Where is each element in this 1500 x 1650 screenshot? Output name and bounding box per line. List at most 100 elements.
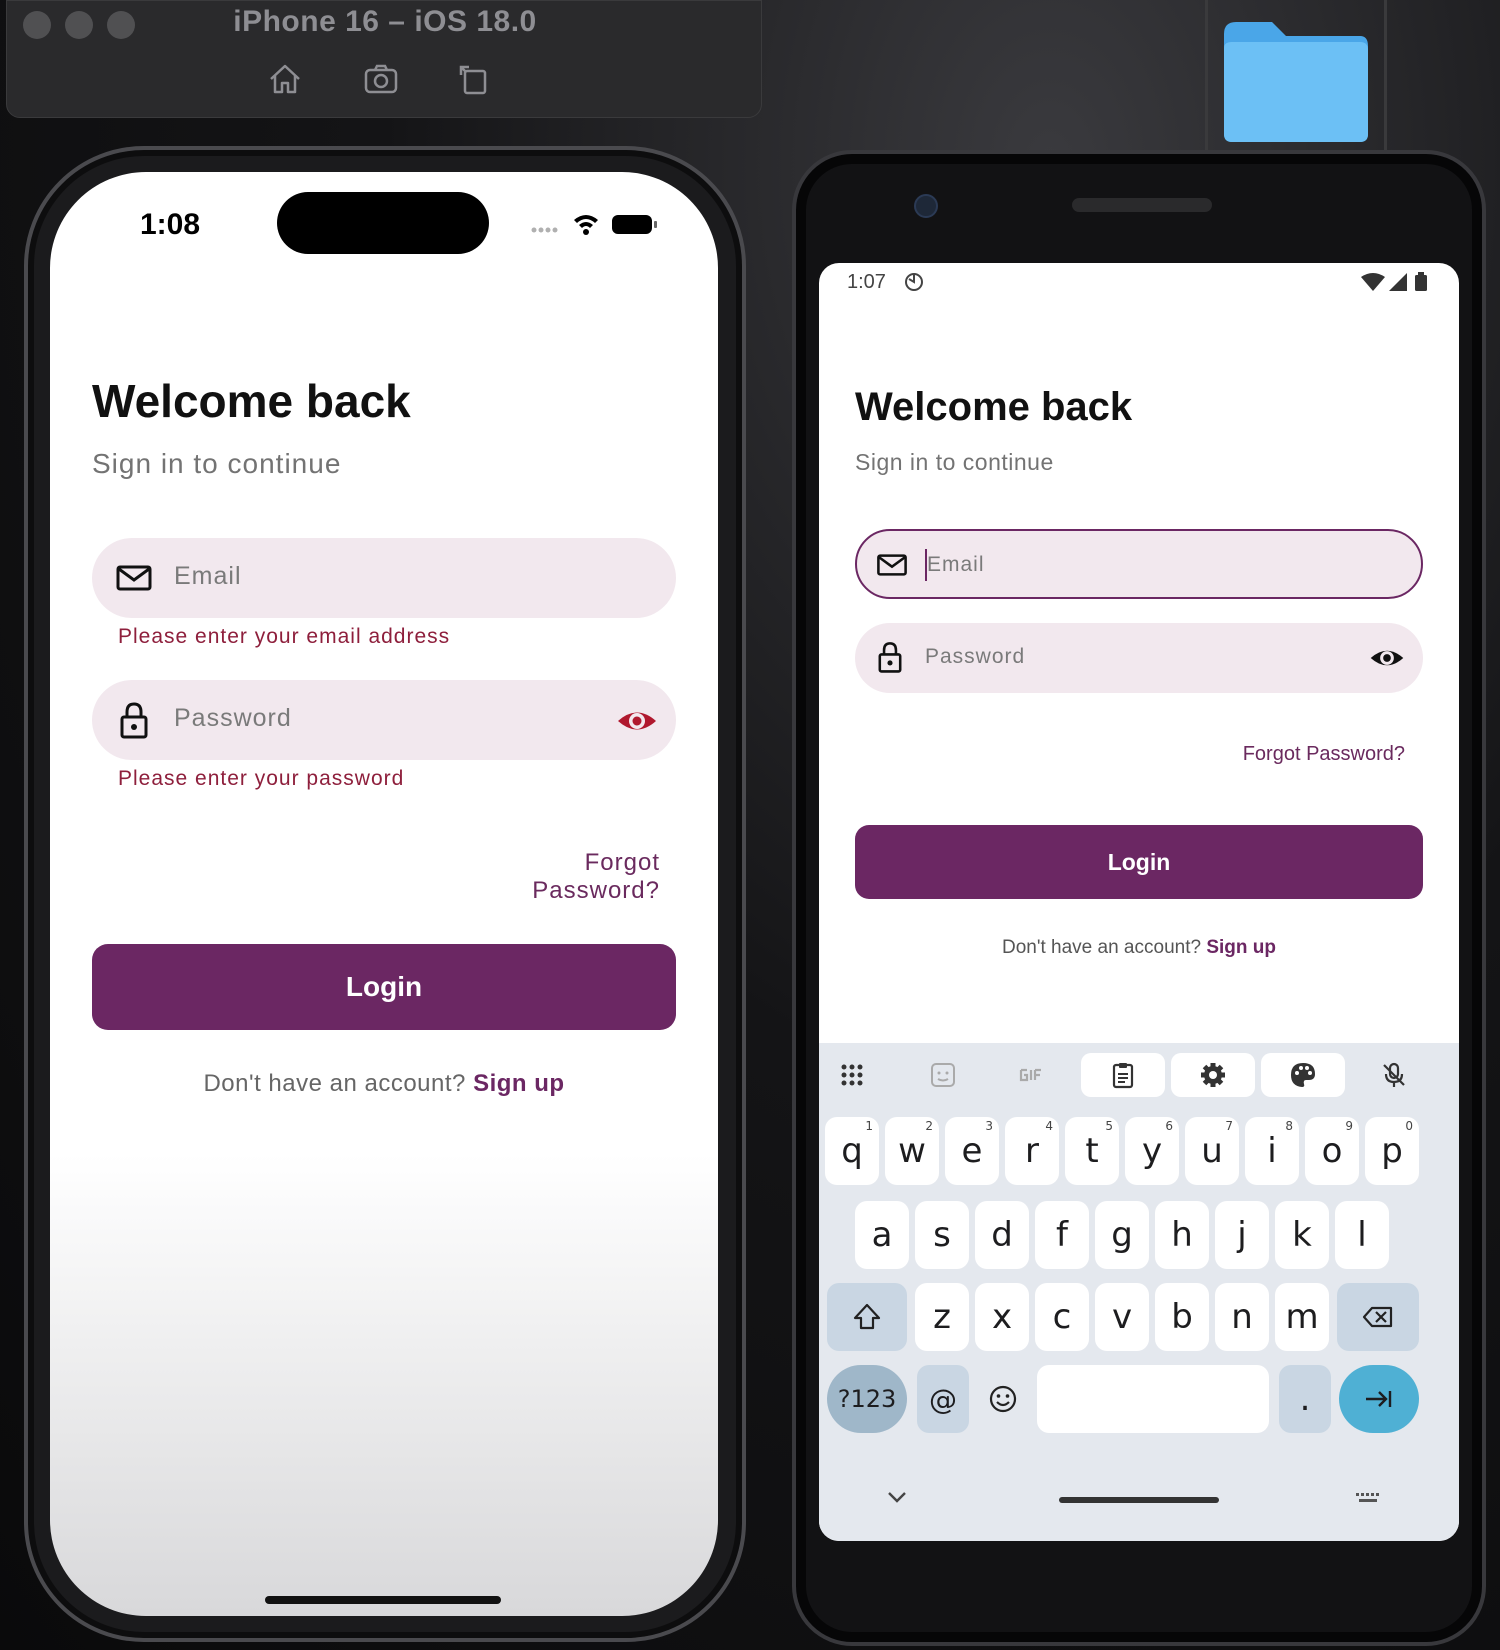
key-q[interactable]: q1 xyxy=(825,1117,879,1185)
gif-button[interactable] xyxy=(991,1053,1075,1097)
login-button[interactable]: Login xyxy=(92,944,676,1030)
gesture-handle[interactable] xyxy=(1059,1497,1219,1503)
home-icon[interactable] xyxy=(265,59,305,99)
wifi-icon xyxy=(1361,273,1385,291)
signup-prompt: Don't have an account? xyxy=(1002,937,1202,958)
key-hint: 4 xyxy=(1045,1119,1053,1133)
battery-icon xyxy=(612,215,657,234)
at-key[interactable]: @ xyxy=(917,1365,969,1433)
voice-input-button[interactable] xyxy=(1371,1053,1417,1097)
key-r[interactable]: r4 xyxy=(1005,1117,1059,1185)
password-field[interactable]: Password xyxy=(855,623,1423,693)
key-label: r xyxy=(1025,1131,1039,1171)
emoji-key[interactable] xyxy=(977,1365,1029,1433)
key-k[interactable]: k xyxy=(1275,1201,1329,1269)
shift-key[interactable] xyxy=(827,1283,907,1351)
keyboard-switch-icon[interactable] xyxy=(1355,1491,1381,1507)
earpiece-speaker xyxy=(1072,198,1212,212)
signup-row: Don't have an account? Sign up xyxy=(819,937,1459,959)
forgot-password-link[interactable]: Forgot Password? xyxy=(450,849,660,905)
key-l[interactable]: l xyxy=(1335,1201,1389,1269)
backspace-key[interactable] xyxy=(1337,1283,1419,1351)
signup-link[interactable]: Sign up xyxy=(1206,937,1276,958)
login-button[interactable]: Login xyxy=(855,825,1423,899)
key-e[interactable]: e3 xyxy=(945,1117,999,1185)
key-hint: 9 xyxy=(1345,1119,1353,1133)
signup-prompt: Don't have an account? xyxy=(203,1070,466,1097)
backspace-icon xyxy=(1362,1306,1393,1328)
status-bar-time: 1:07 xyxy=(847,271,886,293)
simulator-title: iPhone 16 – iOS 18.0 xyxy=(233,5,537,38)
chevron-down-icon[interactable] xyxy=(885,1489,909,1505)
theme-button[interactable] xyxy=(1261,1053,1345,1097)
grid-icon xyxy=(841,1064,863,1086)
key-z[interactable]: z xyxy=(915,1283,969,1351)
key-hint: 6 xyxy=(1165,1119,1173,1133)
gif-icon xyxy=(1019,1068,1041,1082)
rotate-icon[interactable] xyxy=(453,59,493,99)
key-s[interactable]: s xyxy=(915,1201,969,1269)
enter-key[interactable] xyxy=(1339,1365,1419,1433)
home-indicator[interactable] xyxy=(265,1596,501,1604)
eye-icon[interactable] xyxy=(616,700,658,742)
palette-icon xyxy=(1291,1063,1315,1087)
cellular-icon xyxy=(1389,273,1407,291)
key-label: o xyxy=(1321,1131,1343,1171)
emoji-icon xyxy=(989,1385,1017,1413)
key-c[interactable]: c xyxy=(1035,1283,1089,1351)
key-hint: 5 xyxy=(1105,1119,1113,1133)
period-key[interactable]: . xyxy=(1279,1365,1331,1433)
email-placeholder: Email xyxy=(174,562,242,590)
page-subtitle: Sign in to continue xyxy=(855,449,1054,475)
signup-link[interactable]: Sign up xyxy=(473,1070,564,1097)
key-f[interactable]: f xyxy=(1035,1201,1089,1269)
key-h[interactable]: h xyxy=(1155,1201,1209,1269)
status-bar-time: 1:08 xyxy=(140,208,201,241)
key-label: w xyxy=(898,1131,926,1171)
simulator-toolbar: iPhone 16 – iOS 18.0 xyxy=(6,0,762,118)
key-d[interactable]: d xyxy=(975,1201,1029,1269)
key-x[interactable]: x xyxy=(975,1283,1029,1351)
key-t[interactable]: t5 xyxy=(1065,1117,1119,1185)
password-field[interactable]: Password xyxy=(92,680,676,760)
key-o[interactable]: o9 xyxy=(1305,1117,1359,1185)
password-error-text: Please enter your password xyxy=(118,767,405,790)
clipboard-icon xyxy=(1112,1063,1134,1089)
key-g[interactable]: g xyxy=(1095,1201,1149,1269)
key-b[interactable]: b xyxy=(1155,1283,1209,1351)
space-key[interactable] xyxy=(1037,1365,1269,1433)
email-placeholder: Email xyxy=(927,553,985,576)
key-u[interactable]: u7 xyxy=(1185,1117,1239,1185)
folder-icon[interactable] xyxy=(1220,18,1372,146)
key-w[interactable]: w2 xyxy=(885,1117,939,1185)
key-a[interactable]: a xyxy=(855,1201,909,1269)
forgot-password-link[interactable]: Forgot Password? xyxy=(1179,743,1405,766)
clipboard-button[interactable] xyxy=(1081,1053,1165,1097)
email-field[interactable]: Email xyxy=(92,538,676,618)
eye-icon[interactable] xyxy=(1369,640,1405,676)
key-p[interactable]: p0 xyxy=(1365,1117,1419,1185)
sync-icon xyxy=(905,273,923,291)
android-screen: 1:07 Welcome back Sign in to continue Em… xyxy=(819,263,1459,1541)
screenshot-icon[interactable] xyxy=(361,59,401,99)
key-v[interactable]: v xyxy=(1095,1283,1149,1351)
key-i[interactable]: i8 xyxy=(1245,1117,1299,1185)
key-j[interactable]: j xyxy=(1215,1201,1269,1269)
key-y[interactable]: y6 xyxy=(1125,1117,1179,1185)
key-label: y xyxy=(1141,1131,1163,1171)
email-field[interactable]: Email xyxy=(855,529,1423,599)
key-label: q xyxy=(841,1131,863,1171)
gear-icon xyxy=(1201,1063,1225,1087)
key-m[interactable]: m xyxy=(1275,1283,1329,1351)
key-label: u xyxy=(1201,1131,1223,1171)
wifi-icon xyxy=(574,215,598,235)
status-bar-icons xyxy=(528,210,668,238)
sticker-button[interactable] xyxy=(901,1053,985,1097)
symbols-key[interactable]: ?123 xyxy=(827,1365,907,1433)
apps-grid-button[interactable] xyxy=(829,1053,875,1097)
battery-icon xyxy=(1415,275,1427,291)
settings-button[interactable] xyxy=(1171,1053,1255,1097)
signal-dots-icon xyxy=(531,227,558,233)
key-n[interactable]: n xyxy=(1215,1283,1269,1351)
lock-icon xyxy=(120,702,148,739)
